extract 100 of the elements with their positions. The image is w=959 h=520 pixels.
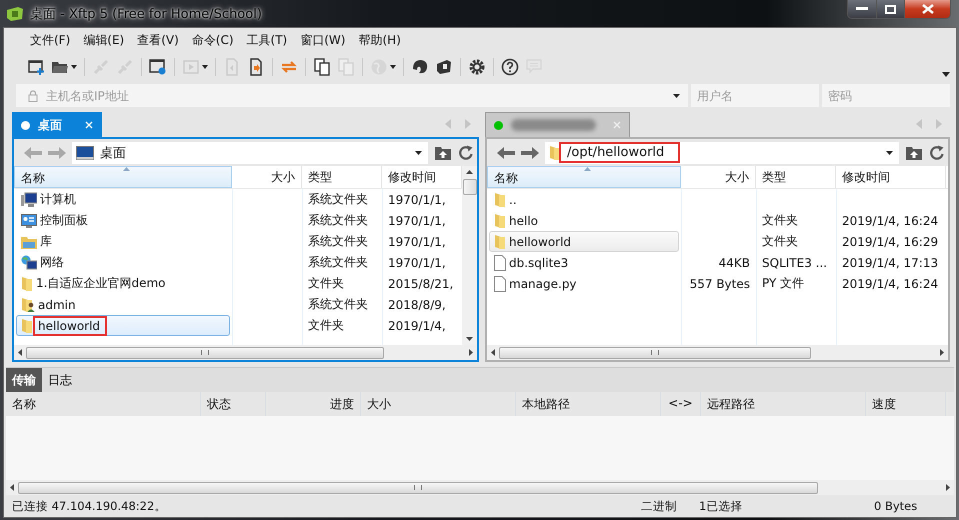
scroll-left-icon[interactable]: [491, 349, 495, 356]
close-icon: [922, 4, 934, 14]
folder-icon: [494, 212, 506, 228]
file-name: admin: [38, 298, 76, 312]
scroll-thumb[interactable]: [462, 179, 476, 195]
file-name: manage.py: [509, 276, 577, 290]
horizontal-scrollbar[interactable]: [6, 480, 954, 495]
host-field[interactable]: 主机名或IP地址: [16, 84, 688, 107]
file-size: 44KB: [718, 256, 750, 270]
maximize-icon: [885, 4, 896, 14]
menu-item[interactable]: 帮助(H): [352, 32, 408, 48]
column-header[interactable]: 类型: [302, 166, 382, 188]
modified-time: 2019/1/4, 16:29: [842, 234, 938, 248]
column-header[interactable]: 类型: [756, 166, 836, 188]
menu-item[interactable]: 查看(V): [131, 32, 186, 48]
maximize-button[interactable]: [876, 0, 904, 18]
file-name-item[interactable]: helloworld: [489, 231, 679, 252]
scroll-right-icon[interactable]: [469, 349, 473, 356]
password-field[interactable]: 密码: [822, 84, 950, 107]
file-name-item[interactable]: 网络: [16, 252, 230, 273]
file-name-item[interactable]: helloworld: [16, 315, 230, 336]
copy-icon: [313, 58, 331, 76]
file-name-item[interactable]: 1.自适应企业官网demo: [16, 273, 230, 294]
panel-tab[interactable]: 日志: [42, 368, 78, 392]
file-name: hello: [509, 214, 538, 228]
minimize-icon: [856, 7, 868, 11]
file-name: 网络: [40, 254, 64, 271]
scroll-thumb[interactable]: [18, 482, 818, 494]
scroll-left-icon[interactable]: [18, 349, 22, 356]
path-field[interactable]: /opt/helloworld: [545, 142, 899, 164]
column-header[interactable]: 修改时间: [836, 166, 946, 188]
file-icon: [494, 276, 506, 292]
file-type: 系统文件夹: [308, 192, 368, 206]
scroll-thumb[interactable]: [499, 346, 811, 358]
menu-item[interactable]: 工具(T): [240, 32, 294, 48]
file-size: 557 Bytes: [690, 276, 750, 290]
scroll-down-icon[interactable]: [466, 337, 473, 341]
file-name-item[interactable]: 控制面板: [16, 210, 230, 231]
up-folder-icon[interactable]: [434, 144, 452, 160]
menu-item[interactable]: 文件(F): [24, 32, 78, 48]
horizontal-scrollbar[interactable]: [14, 345, 477, 360]
close-button[interactable]: [904, 0, 950, 18]
refresh-icon[interactable]: [458, 144, 474, 160]
file-name-item[interactable]: ..: [489, 189, 679, 210]
scroll-thumb[interactable]: [26, 346, 384, 358]
path-field[interactable]: 桌面: [72, 142, 428, 164]
menu-item[interactable]: 命令(C): [186, 32, 241, 48]
modified-time: 2019/1/4, 17:13: [842, 256, 938, 270]
scroll-right-icon[interactable]: [940, 349, 944, 356]
scroll-left-icon[interactable]: [10, 484, 14, 491]
path-text: 桌面: [100, 144, 127, 162]
file-type: 系统文件夹: [308, 255, 368, 269]
scroll-up-icon[interactable]: [466, 170, 473, 174]
modified-time: 1970/1/1,: [388, 256, 446, 270]
column-header[interactable]: 大小: [232, 166, 302, 188]
file-name-item[interactable]: 库: [16, 231, 230, 252]
refresh-icon[interactable]: [929, 144, 945, 160]
dropdown-caret-icon[interactable]: [673, 94, 680, 98]
status-text: 二进制: [641, 498, 677, 514]
back-icon[interactable]: [497, 146, 515, 160]
file-name-item[interactable]: hello: [489, 210, 679, 231]
file-name-item[interactable]: 计算机: [16, 189, 230, 210]
file-type: 系统文件夹: [308, 297, 368, 311]
computer-icon: [21, 192, 37, 208]
minimize-button[interactable]: [848, 0, 876, 18]
up-folder-icon[interactable]: [905, 144, 923, 160]
file-name: helloworld: [36, 318, 104, 332]
sort-arrow-icon: [584, 167, 591, 171]
panel-tab[interactable]: 传输: [6, 368, 42, 392]
scroll-right-icon[interactable]: [946, 484, 950, 491]
file-name: 控制面板: [40, 212, 88, 229]
forward-icon[interactable]: [521, 146, 539, 160]
menu-item[interactable]: 窗口(W): [294, 32, 352, 48]
file-name: db.sqlite3: [509, 256, 568, 270]
sort-arrow-icon: [123, 167, 130, 171]
file-name-item[interactable]: manage.py: [489, 273, 679, 294]
control-panel-icon: [21, 212, 37, 228]
overflow-caret-icon[interactable]: [942, 72, 950, 76]
column-header[interactable]: 大小: [681, 166, 756, 188]
column-header[interactable]: 名称: [14, 166, 232, 188]
modified-time: 2019/1/4,: [388, 318, 446, 332]
modified-time: 2019/1/4, 16:24: [842, 214, 938, 228]
folder-icon: [549, 144, 561, 160]
horizontal-scrollbar[interactable]: [487, 345, 948, 360]
username-field[interactable]: 用户名: [691, 84, 819, 107]
column-header[interactable]: 名称: [487, 166, 681, 188]
app-icon: [435, 58, 453, 76]
file-name: ..: [509, 192, 517, 206]
settings-icon: [468, 58, 486, 76]
menu-item[interactable]: 编辑(E): [77, 32, 132, 48]
file-name-item[interactable]: admin: [16, 294, 230, 315]
vertical-scrollbar[interactable]: [462, 166, 477, 345]
file-type: 文件夹: [308, 318, 344, 332]
status-text: 已连接 47.104.190.48:22。: [12, 498, 166, 514]
modified-time: 1970/1/1,: [388, 234, 446, 248]
file-name: helloworld: [509, 234, 572, 248]
file-name-item[interactable]: db.sqlite3: [489, 252, 679, 273]
file-type: 系统文件夹: [308, 213, 368, 227]
session-tab[interactable]: 桌面: [12, 112, 102, 137]
new-session-icon: [27, 58, 45, 76]
